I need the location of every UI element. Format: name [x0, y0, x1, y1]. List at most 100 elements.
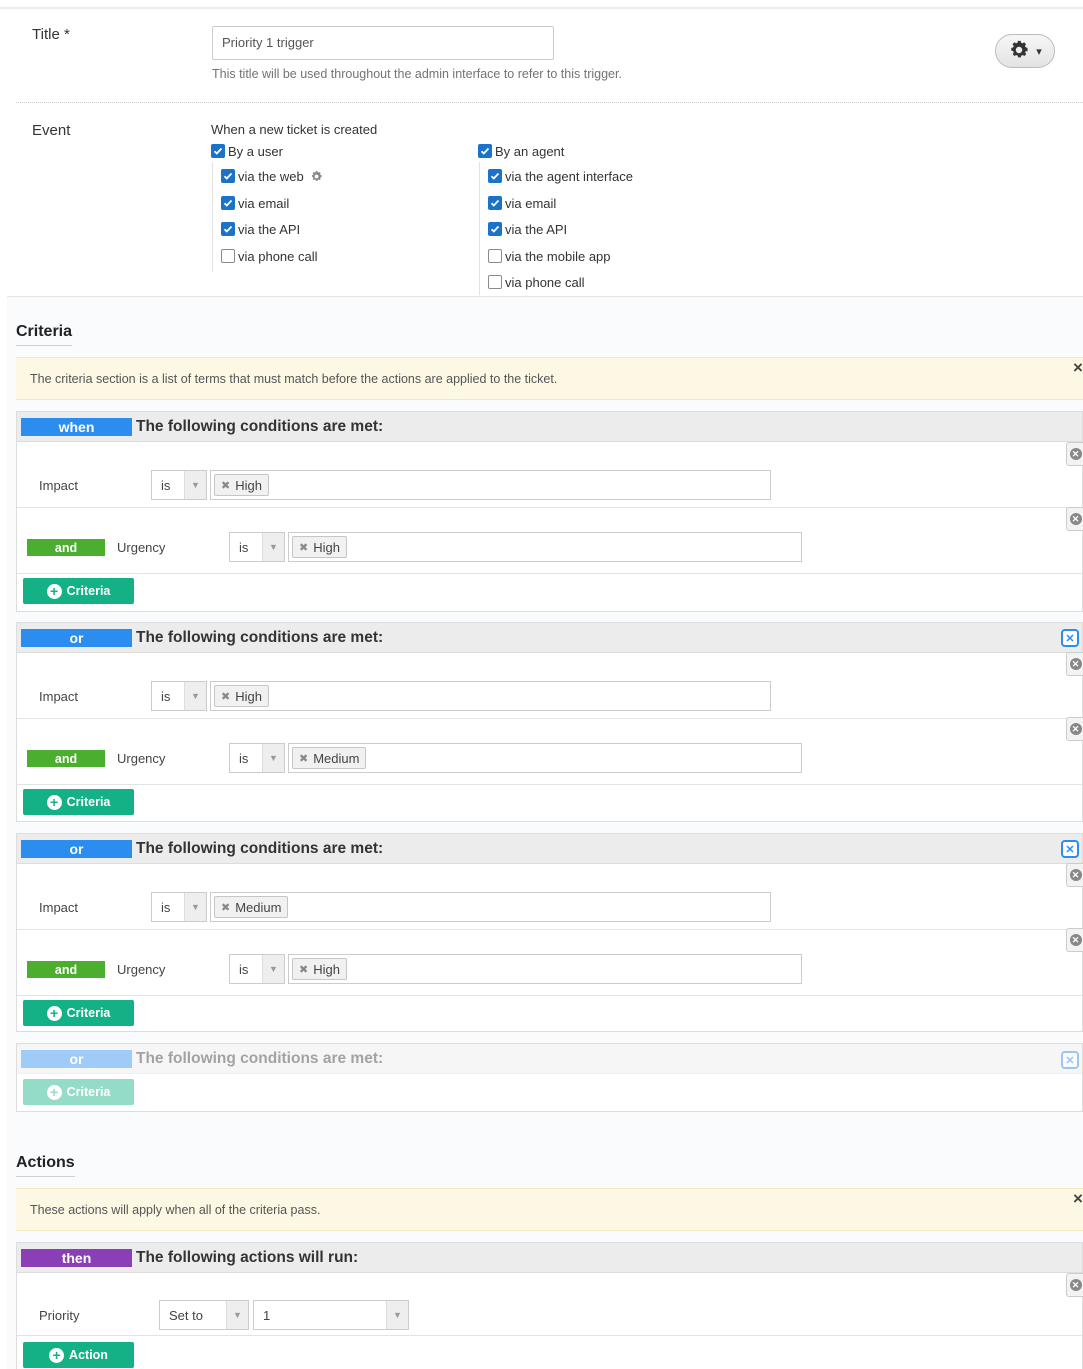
gear-icon[interactable] [310, 170, 323, 183]
remove-condition-button[interactable]: ✕ [1066, 928, 1083, 952]
group-heading: The following conditions are met: [136, 417, 384, 435]
chevron-down-icon: ▼ [184, 893, 206, 921]
by-agent-checkbox[interactable]: By an agent [478, 142, 564, 160]
or-tag: or [21, 839, 132, 858]
condition-field-label: Impact [39, 900, 79, 915]
action-field-label: Priority [39, 1308, 80, 1323]
chevron-down-icon: ▼ [184, 471, 206, 499]
remove-group-button[interactable]: ✕ [1061, 840, 1079, 858]
then-tag: then [21, 1248, 132, 1267]
chevron-down-icon: ▼ [262, 955, 284, 983]
remove-group-button[interactable]: ✕ [1061, 629, 1079, 647]
action-operator-select[interactable]: Set to ▼ [159, 1300, 249, 1330]
checkbox-checked-icon [211, 144, 225, 158]
via-mobile-app-checkbox[interactable]: via the mobile app [488, 247, 611, 265]
plus-circle-icon: + [46, 583, 62, 599]
add-criteria-button[interactable]: + Criteria [23, 1000, 134, 1026]
settings-menu-button[interactable]: ▾ [995, 34, 1055, 68]
checkbox-checked-icon [221, 196, 235, 210]
add-action-button[interactable]: + Action [23, 1342, 134, 1368]
operator-select[interactable]: is ▼ [229, 532, 285, 562]
or-tag: or [21, 1049, 132, 1068]
condition-field-label: Urgency [117, 962, 166, 977]
group-heading: The following conditions are met: [136, 1049, 384, 1067]
value-token: ✖ High [214, 685, 269, 707]
group-header: or The following conditions are met: [17, 834, 1082, 864]
by-user-checkbox[interactable]: By a user [211, 142, 283, 160]
group-header: then The following actions will run: [17, 1243, 1082, 1273]
and-tag: and [27, 961, 105, 978]
remove-icon: ✕ [1069, 869, 1082, 881]
remove-icon: ✕ [1069, 513, 1082, 525]
via-agent-interface-checkbox[interactable]: via the agent interface [488, 167, 633, 185]
remove-icon: ✕ [1069, 934, 1082, 946]
actions-info-alert: These actions will apply when all of the… [16, 1188, 1083, 1231]
group-header: or The following conditions are met: [17, 1044, 1082, 1074]
agent-via-phone-checkbox[interactable]: via phone call [488, 273, 585, 291]
remove-condition-button[interactable]: ✕ [1066, 652, 1083, 676]
title-label: Title * [32, 26, 70, 43]
via-web-checkbox[interactable]: via the web [221, 167, 323, 185]
title-help-text: This title will be used throughout the a… [212, 67, 622, 81]
agent-via-api-checkbox[interactable]: via the API [488, 220, 567, 238]
checkbox-checked-icon [221, 169, 235, 183]
value-token-input[interactable]: ✖ High [210, 681, 771, 711]
add-criteria-button[interactable]: + Criteria [23, 1079, 134, 1105]
column-rule [212, 162, 213, 272]
value-token-input[interactable]: ✖ Medium [288, 743, 802, 773]
plus-circle-icon: + [46, 1084, 62, 1100]
criteria-info-alert: The criteria section is a list of terms … [16, 357, 1083, 400]
group-header: or The following conditions are met: [17, 623, 1082, 653]
operator-select[interactable]: is ▼ [151, 470, 207, 500]
via-phone-checkbox[interactable]: via phone call [221, 247, 318, 265]
add-criteria-button[interactable]: + Criteria [23, 789, 134, 815]
group-heading: The following actions will run: [136, 1248, 359, 1266]
operator-select[interactable]: is ▼ [151, 892, 207, 922]
value-token-input[interactable]: ✖ High [288, 954, 802, 984]
operator-select[interactable]: is ▼ [151, 681, 207, 711]
alert-close-icon[interactable]: × [1073, 358, 1083, 378]
remove-icon: ✕ [1069, 1279, 1082, 1291]
remove-action-button[interactable]: ✕ [1066, 1273, 1083, 1297]
remove-condition-button[interactable]: ✕ [1066, 442, 1083, 466]
condition-row: Impact is ▼ ✖ Medium [17, 864, 1082, 930]
remove-token-icon[interactable]: ✖ [299, 752, 308, 765]
agent-via-email-checkbox[interactable]: via email [488, 194, 556, 212]
checkbox-unchecked-icon [488, 275, 502, 289]
remove-condition-button[interactable]: ✕ [1066, 507, 1083, 531]
condition-field-label: Impact [39, 689, 79, 704]
remove-token-icon[interactable]: ✖ [299, 963, 308, 976]
divider [16, 102, 1083, 103]
and-tag: and [27, 539, 105, 556]
condition-row: and Urgency is ▼ ✖ High [17, 508, 1082, 574]
action-value-select[interactable]: 1 ▼ [253, 1300, 409, 1330]
remove-condition-button[interactable]: ✕ [1066, 863, 1083, 887]
value-token-input[interactable]: ✖ High [210, 470, 771, 500]
remove-icon: ✕ [1069, 658, 1082, 670]
value-token-input[interactable]: ✖ Medium [210, 892, 771, 922]
or-tag: or [21, 628, 132, 647]
remove-token-icon[interactable]: ✖ [299, 541, 308, 554]
remove-token-icon[interactable]: ✖ [221, 901, 230, 914]
condition-field-label: Impact [39, 478, 79, 493]
criteria-group: or The following conditions are met: Imp… [16, 622, 1083, 822]
alert-close-icon[interactable]: × [1073, 1189, 1083, 1209]
column-rule [479, 162, 480, 295]
remove-group-button[interactable]: ✕ [1061, 1051, 1079, 1069]
remove-token-icon[interactable]: ✖ [221, 479, 230, 492]
chevron-down-icon: ▼ [184, 682, 206, 710]
value-token-input[interactable]: ✖ High [288, 532, 802, 562]
plus-circle-icon: + [46, 1005, 62, 1021]
title-input[interactable]: Priority 1 trigger [212, 26, 554, 60]
remove-token-icon[interactable]: ✖ [221, 690, 230, 703]
via-email-checkbox[interactable]: via email [221, 194, 289, 212]
operator-select[interactable]: is ▼ [229, 954, 285, 984]
via-api-checkbox[interactable]: via the API [221, 220, 300, 238]
group-heading: The following conditions are met: [136, 628, 384, 646]
condition-row: and Urgency is ▼ ✖ High [17, 930, 1082, 996]
checkbox-checked-icon [488, 169, 502, 183]
add-criteria-button[interactable]: + Criteria [23, 578, 134, 604]
and-tag: and [27, 750, 105, 767]
remove-condition-button[interactable]: ✕ [1066, 717, 1083, 741]
operator-select[interactable]: is ▼ [229, 743, 285, 773]
